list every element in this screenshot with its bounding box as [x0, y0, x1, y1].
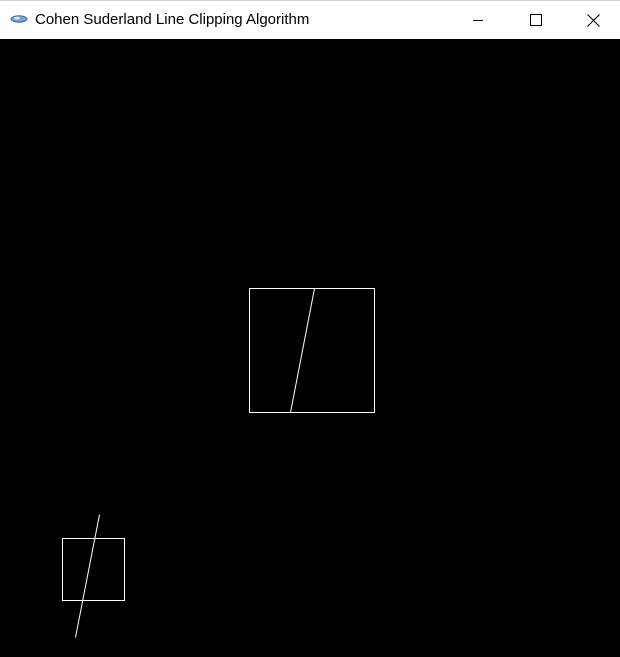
minimize-icon	[473, 20, 483, 21]
clipped-line	[290, 288, 315, 413]
window-title: Cohen Suderland Line Clipping Algorithm	[35, 11, 310, 28]
app-window: Cohen Suderland Line Clipping Algorithm	[0, 0, 620, 657]
maximize-button[interactable]	[507, 1, 565, 39]
close-icon	[586, 13, 600, 27]
drawing-canvas	[0, 39, 620, 657]
glut-app-icon	[10, 15, 28, 23]
title-bar[interactable]: Cohen Suderland Line Clipping Algorithm	[0, 0, 620, 39]
close-button[interactable]	[566, 1, 620, 39]
maximize-icon	[530, 14, 542, 26]
clipped-result-window	[249, 288, 375, 413]
minimize-button[interactable]	[449, 1, 507, 39]
original-line	[75, 514, 100, 638]
